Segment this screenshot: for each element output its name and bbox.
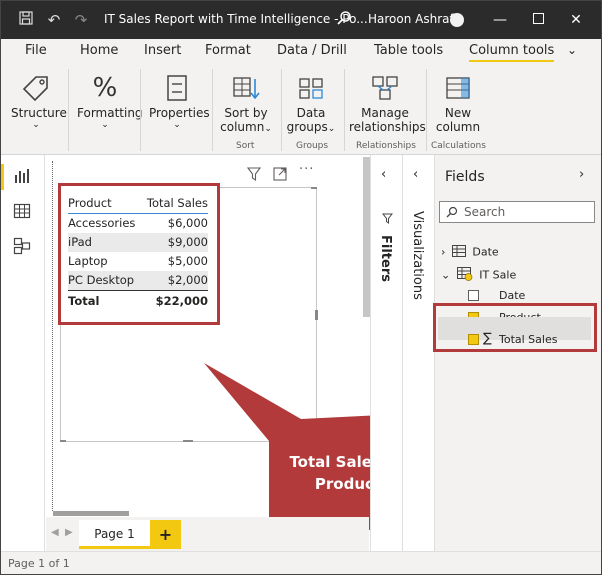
search-placeholder: Search	[464, 205, 506, 219]
status-bar: Page 1 of 1	[1, 551, 601, 574]
selected-fields-highlight	[433, 303, 597, 352]
search-input[interactable]: Search	[439, 201, 595, 223]
chevron-left-icon[interactable]: ◀	[51, 527, 59, 538]
table-it-sale[interactable]: ⌄ IT Sale	[441, 267, 516, 284]
fields-title: Fields	[445, 169, 485, 185]
chevron-left-icon[interactable]: ‹	[413, 167, 418, 182]
table-date[interactable]: › Date	[441, 245, 499, 260]
field-date[interactable]: Date	[499, 289, 525, 302]
page-tab[interactable]: Page 1	[79, 520, 150, 549]
chevron-right-icon[interactable]: ▶	[65, 527, 73, 538]
checkbox-date[interactable]	[468, 290, 479, 301]
table-name: IT Sale	[479, 268, 517, 282]
visualizations-label: Visualizations	[410, 211, 425, 300]
chevron-right-icon: ›	[441, 245, 446, 259]
filter-icon	[381, 213, 394, 228]
chevron-down-icon: ⌄	[441, 268, 451, 282]
filters-label: Filters	[378, 235, 393, 282]
chevron-right-icon[interactable]: ›	[579, 167, 584, 182]
page-count: Page 1 of 1	[8, 557, 70, 570]
search-icon	[446, 206, 458, 221]
fields-pane: Fields › Search › Date ⌄ IT Sale Date Pr…	[434, 155, 601, 551]
add-page-button[interactable]: +	[150, 520, 181, 549]
filters-pane[interactable]: ‹ Filters	[370, 155, 402, 551]
app-window: ↶ ↷ IT Sales Report with Time Intelligen…	[0, 0, 602, 575]
page-tabs-bar: ◀ ▶ Page 1 +	[46, 517, 369, 551]
table-icon	[451, 245, 466, 260]
visualizations-pane[interactable]: ‹ Visualizations	[402, 155, 434, 551]
table-name: Date	[472, 245, 499, 259]
table-icon	[456, 267, 473, 284]
chevron-left-icon[interactable]: ‹	[381, 167, 386, 182]
